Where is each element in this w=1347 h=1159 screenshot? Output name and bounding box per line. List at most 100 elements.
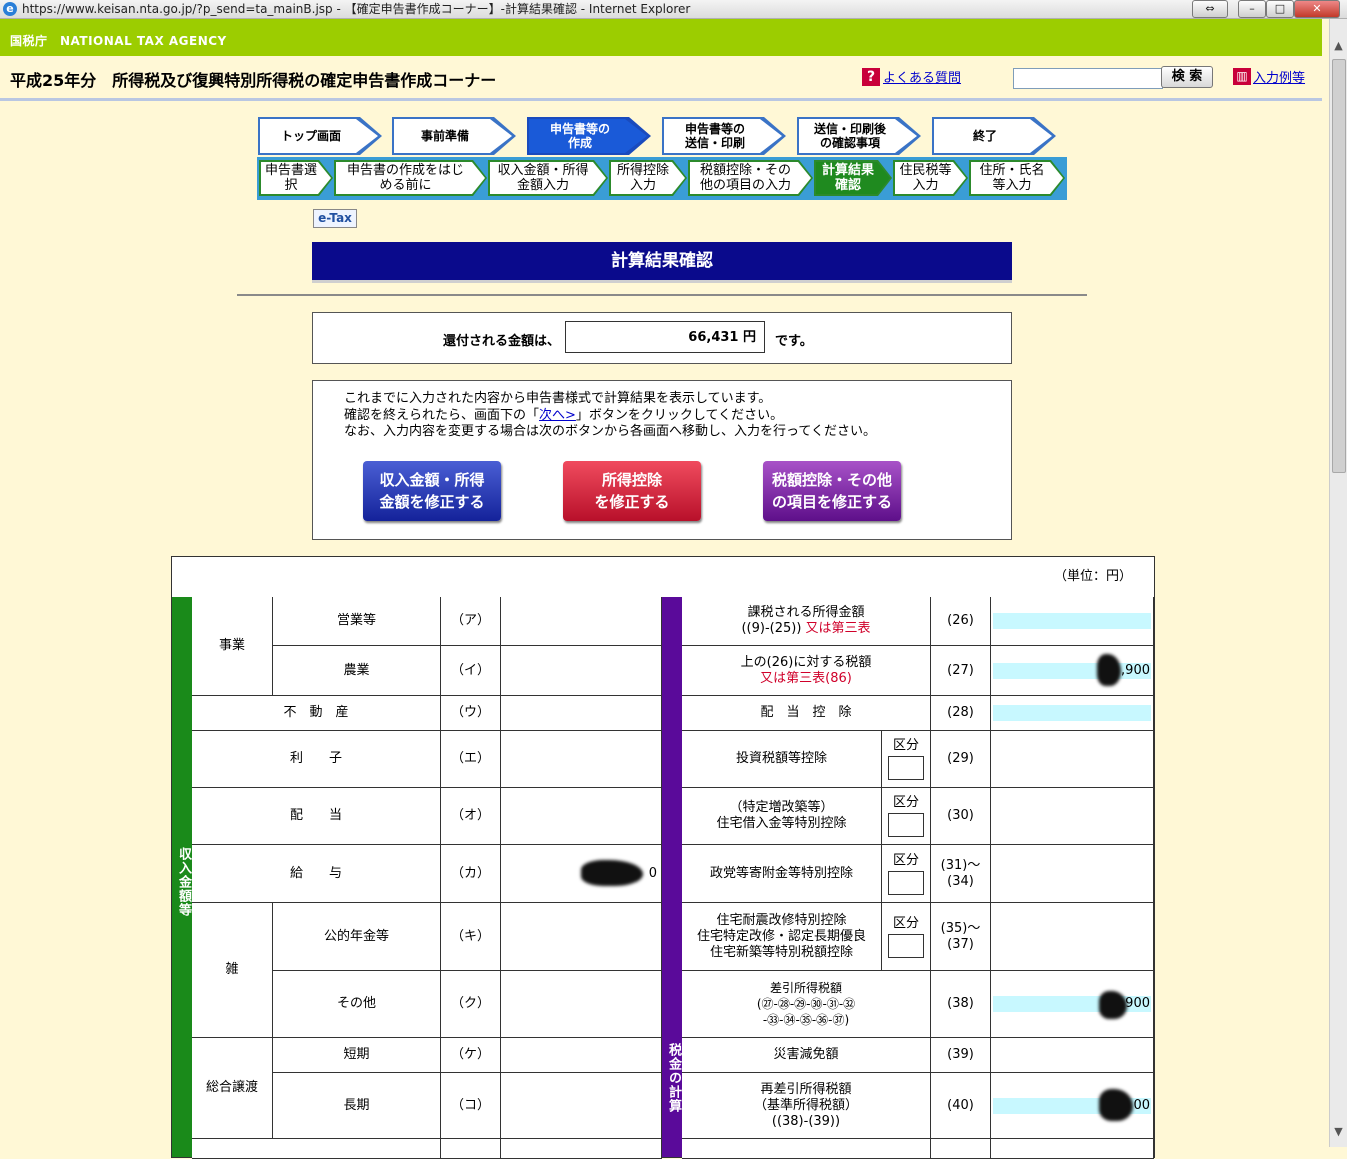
tax-calculation-table: （単位：円） 収入金額等 事業 営業等 （ア） 農業 （イ） 不 動 産 （ウ）… (171, 556, 1155, 1159)
page-title: 計算結果確認 (312, 242, 1012, 283)
site-header: 平成25年分 所得税及び復興特別所得税の確定申告書作成コーナー ? よくある質問… (0, 56, 1322, 101)
input-examples-link[interactable]: ▥ 入力例等 (1233, 67, 1305, 86)
vertical-scrollbar[interactable]: ▲ ▼ (1329, 19, 1347, 1147)
scroll-down-icon[interactable]: ▼ (1330, 1123, 1347, 1140)
r26-code: (26) (931, 597, 991, 646)
refund-suffix: です。 (775, 334, 813, 349)
table-header: （単位：円） (172, 557, 1154, 598)
jigyo-label: 事業 (192, 597, 273, 696)
nogyo-label: 農業 (273, 646, 441, 696)
r38-amount: 900 (991, 971, 1154, 1038)
step-label: 申告書等の 作成 (549, 122, 610, 150)
kyuyo-amount: 0 (501, 845, 662, 903)
choki-label: 長期 (273, 1073, 441, 1139)
book-icon: ▥ (1233, 68, 1251, 85)
choki-code: （コ） (441, 1073, 501, 1139)
substep-tax-credit-input: 税額控除・その 他の項目の入力 (688, 160, 813, 196)
next-right-code (931, 1139, 991, 1159)
r30-amount (991, 788, 1154, 845)
minimize-button[interactable]: – (1238, 0, 1266, 18)
rishi-label: 利 子 (192, 731, 441, 788)
window-title: https://www.keisan.nta.go.jp/?p_send=ta_… (22, 2, 691, 16)
window-titlebar: e https://www.keisan.nta.go.jp/?p_send=t… (0, 0, 1347, 19)
r26-amount (991, 597, 1154, 646)
nenkin-code: （キ） (441, 903, 501, 971)
next-row-label (192, 1139, 441, 1159)
r31-kubun-input[interactable] (888, 870, 924, 895)
r27-amount: ,900 (991, 646, 1154, 696)
divider (237, 294, 1087, 296)
rishi-amount (501, 731, 662, 788)
agency-name: 国税庁 NATIONAL TAX AGENCY (10, 34, 227, 48)
r26-amount-field (993, 613, 1151, 629)
scroll-up-icon[interactable]: ▲ (1330, 37, 1347, 54)
substep-resident-tax: 住民税等 入力 (893, 160, 968, 196)
r35-code: (35)～ (37) (931, 903, 991, 971)
choki-amount (501, 1073, 662, 1139)
step-label: 送信・印刷後 の確認事項 (813, 122, 886, 150)
page-heading: 平成25年分 所得税及び復興特別所得税の確定申告書作成コーナー (10, 71, 497, 90)
scroll-thumb[interactable] (1332, 59, 1346, 473)
r30-code: (30) (931, 788, 991, 845)
edit-income-button[interactable]: 収入金額・所得 金額を修正する (363, 461, 501, 521)
next-link[interactable]: 次へ> (539, 408, 576, 423)
step-preparation: 事前準備 (392, 117, 516, 155)
sonota-code: （ク） (441, 971, 501, 1038)
r29-label: 投資税額等控除 (682, 731, 882, 788)
r27-label: 上の(26)に対する税額 又は第三表(86) (682, 646, 931, 696)
kyuyo-label: 給 与 (192, 845, 441, 903)
info-message: これまでに入力された内容から申告書様式で計算結果を表示しています。 確認を終えら… (344, 391, 876, 439)
search-button[interactable]: 検 索 (1161, 66, 1213, 88)
r28-label: 配 当 控 除 (682, 696, 931, 731)
sub-step-bar: 申告書選択 申告書の作成をはじ める前に 収入金額・所得 金額入力 所得控除 入力 税… (257, 157, 1067, 200)
eigyo-code: （ア） (441, 597, 501, 646)
edit-deduction-button[interactable]: 所得控除 を修正する (563, 461, 701, 521)
rishi-code: （エ） (441, 731, 501, 788)
next-row-amount (501, 1139, 662, 1159)
refund-amount: 66,431 円 (565, 321, 765, 353)
kyuyo-amount-tail: 0 (648, 866, 657, 881)
fudosan-label: 不 動 産 (192, 696, 441, 731)
substep-income-input: 収入金額・所得 金額入力 (488, 160, 608, 196)
redacted-mark (1099, 991, 1127, 1019)
r35-kubun-input[interactable] (888, 933, 924, 958)
next-row-code (441, 1139, 501, 1159)
substep-calc-result-current: 計算結果 確認 (814, 160, 892, 196)
edit-tax-credit-button[interactable]: 税額控除・その他 の項目を修正する (763, 461, 901, 521)
fudosan-code: （ウ） (441, 696, 501, 731)
faq-link-text[interactable]: よくある質問 (883, 67, 961, 86)
r29-kubun: 区分 (882, 731, 931, 788)
agency-bar: 国税庁 NATIONAL TAX AGENCY (0, 19, 1322, 56)
eigyo-amount (501, 597, 662, 646)
zatsu-label: 雑 (192, 903, 273, 1038)
r30-kubun-input[interactable] (888, 813, 924, 837)
r39-amount (991, 1038, 1154, 1073)
nenkin-label: 公的年金等 (273, 903, 441, 971)
etax-badge: e-Tax (313, 209, 357, 228)
tanki-label: 短期 (273, 1038, 441, 1073)
input-examples-text[interactable]: 入力例等 (1253, 67, 1305, 86)
sonota-amount (501, 971, 662, 1038)
close-button[interactable]: ✕ (1294, 0, 1340, 18)
search-input[interactable] (1013, 68, 1163, 89)
r28-code: (28) (931, 696, 991, 731)
r31-code: (31)～ (34) (931, 845, 991, 903)
question-icon: ? (862, 67, 880, 86)
substep-address-name: 住所・氏名 等入力 (969, 160, 1065, 196)
maximize-button[interactable]: □ (1266, 0, 1294, 18)
r31-label: 政党等寄附金等特別控除 (682, 845, 882, 903)
r31-kubun: 区分 (882, 845, 931, 903)
tanki-code: （ケ） (441, 1038, 501, 1073)
r40-amount: 00 (991, 1073, 1154, 1139)
r28-amount-field (993, 705, 1151, 721)
r29-kubun-input[interactable] (888, 756, 924, 780)
r29-amount (991, 731, 1154, 788)
step-create-current: 申告書等の 作成 (527, 117, 651, 155)
faq-link[interactable]: ? よくある質問 (862, 67, 961, 86)
step-top: トップ画面 (258, 117, 382, 155)
r39-code: (39) (931, 1038, 991, 1073)
restore-size-button[interactable]: ⇔ (1192, 0, 1228, 18)
r38-amount-tail: 900 (1125, 996, 1150, 1011)
r29-code: (29) (931, 731, 991, 788)
refund-summary: 還付される金額は、 66,431 円 です。 (312, 312, 1012, 364)
